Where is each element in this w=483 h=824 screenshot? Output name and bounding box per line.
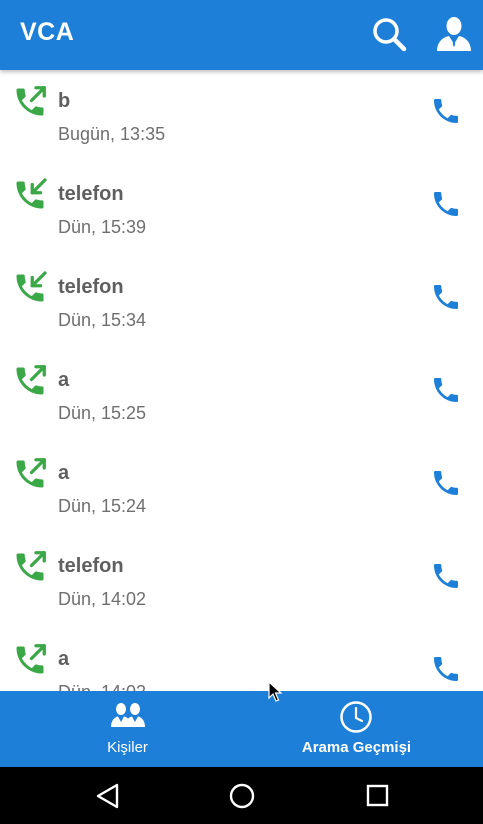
contact-name: telefon [58,555,124,577]
call-timestamp: Dün, 15:24 [58,496,147,516]
outgoing-call-icon [12,363,48,399]
contact-name: telefon [58,183,124,205]
contact-name: a [58,369,70,391]
call-timestamp: Dün, 15:39 [58,217,147,237]
call-back-icon[interactable] [430,281,462,313]
call-timestamp: Dün, 15:25 [58,403,147,423]
app-title: VCA [20,18,75,46]
call-back-icon[interactable] [430,467,462,499]
call-back-icon[interactable] [430,653,462,685]
tab-call-history-label: Arama Geçmişi [301,739,412,756]
call-log-row[interactable]: a Dün, 15:24 [0,442,483,535]
system-navigation-bar [0,767,483,824]
call-back-icon[interactable] [430,95,462,127]
call-log-row[interactable]: telefon Dün, 15:34 [0,256,483,349]
contact-name: a [58,462,70,484]
call-back-icon[interactable] [430,188,462,220]
call-back-icon[interactable] [430,560,462,592]
call-log-row[interactable]: a Dün, 15:25 [0,349,483,442]
outgoing-call-icon [12,642,48,678]
contact-name: telefon [58,276,124,298]
outgoing-call-icon [12,84,48,120]
call-log-row[interactable]: b Bugün, 13:35 [0,70,483,163]
contact-name: a [58,648,70,670]
app-bar: VCA [0,0,483,70]
outgoing-call-icon [12,549,48,585]
call-timestamp: Dün, 15:34 [58,310,147,330]
back-icon[interactable] [93,781,123,811]
profile-icon[interactable] [434,14,474,54]
call-back-icon[interactable] [430,374,462,406]
recent-apps-icon[interactable] [363,781,393,811]
search-icon[interactable] [369,14,409,54]
call-timestamp: Dün, 14:02 [58,682,146,691]
call-timestamp: Dün, 14:02 [58,589,147,609]
home-icon[interactable] [227,781,257,811]
call-log-row[interactable]: a Dün, 14:02 [0,628,483,691]
contacts-icon [110,701,146,731]
tab-contacts-label: Kişiler [107,739,148,756]
contact-name: b [58,90,71,112]
clock-icon [339,700,373,734]
bottom-navigation: Kişiler Arama Geçmişi [0,691,483,767]
call-timestamp: Bugün, 13:35 [58,124,166,144]
mouse-cursor-icon [268,680,283,703]
outgoing-call-icon [12,456,48,492]
call-log-row[interactable]: telefon Dün, 15:39 [0,163,483,256]
incoming-call-icon [12,177,48,213]
call-log-row[interactable]: telefon Dün, 14:02 [0,535,483,628]
incoming-call-icon [12,270,48,306]
tab-contacts[interactable]: Kişiler [0,691,255,767]
call-history-list[interactable]: b Bugün, 13:35 telefon Dün, 15:39 telefon Dün… [0,70,483,691]
